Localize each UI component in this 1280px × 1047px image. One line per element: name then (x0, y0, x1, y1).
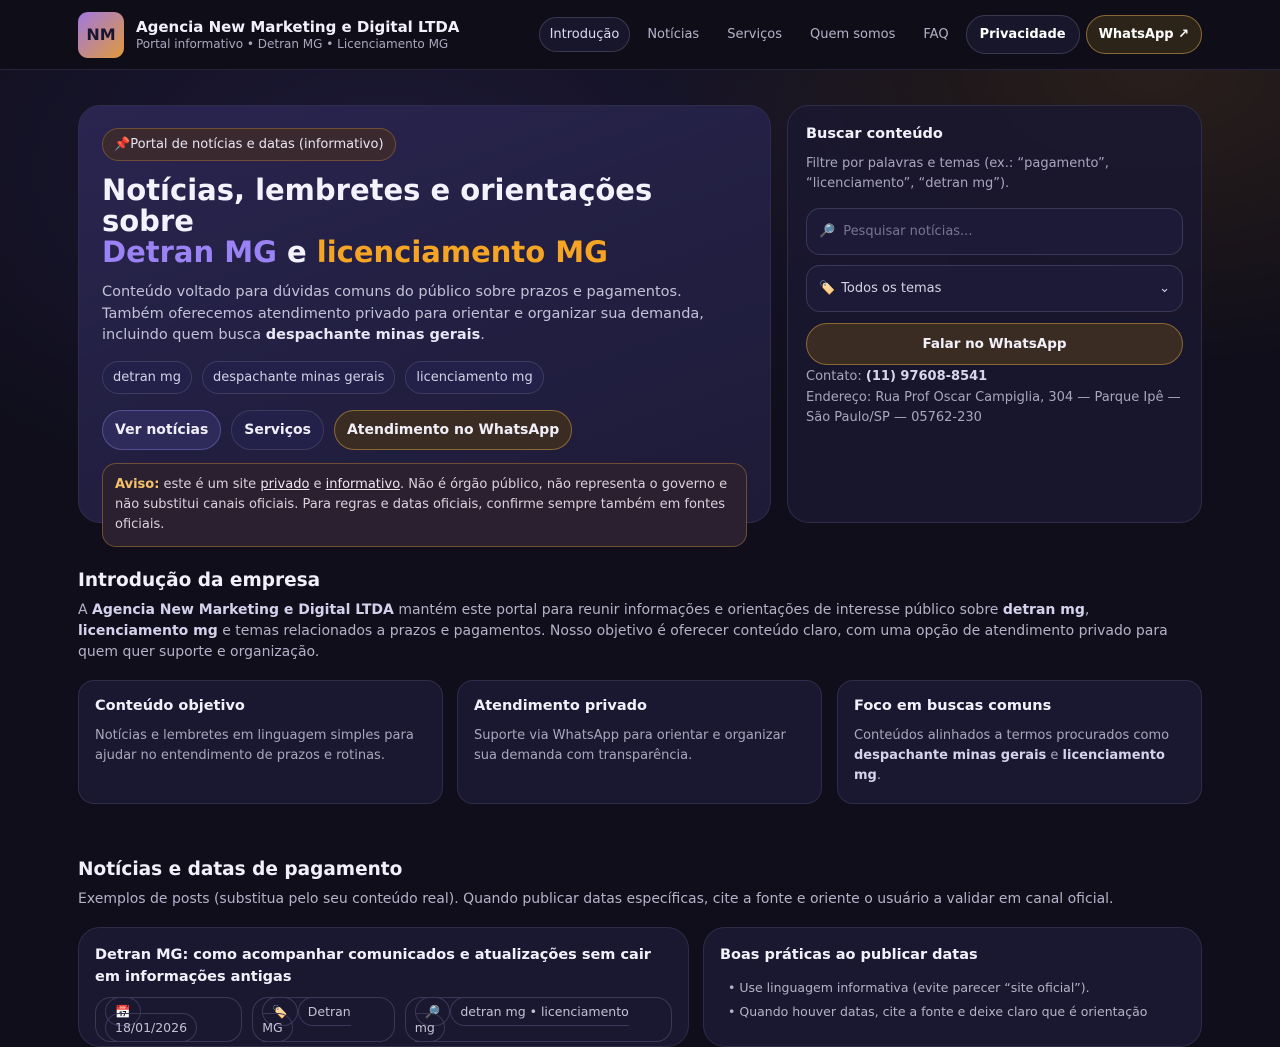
hero-title-line1: Notícias, lembretes e orientações sobre (102, 173, 653, 238)
notice-privado: privado (260, 476, 310, 492)
tag[interactable]: licenciamento mg (405, 360, 544, 394)
feature-card: Atendimento privado Suporte via WhatsApp … (457, 680, 822, 804)
hero-tags: detran mg despachante minas gerais licen… (102, 360, 747, 394)
brand: Agencia New Marketing e Digital LTDA Por… (136, 18, 459, 52)
site-header: NM Agencia New Marketing e Digital LTDA … (0, 0, 1280, 70)
hero-pill: 📌Portal de notícias e datas (informativo… (102, 128, 396, 161)
hero-buttons: Ver notícias Serviços Atendimento no Wha… (102, 409, 747, 450)
news-post-card[interactable]: Detran MG: como acompanhar comunicados e… (78, 927, 689, 1047)
falar-whatsapp-button[interactable]: Falar no WhatsApp (806, 323, 1183, 365)
t: Conteúdos alinhados a termos procurados … (854, 728, 1170, 743)
nav-servicos[interactable]: Serviços (716, 17, 793, 52)
search-hint: Filtre por palavras e temas (ex.: “pagam… (806, 156, 1109, 191)
contact-phone[interactable]: (11) 97608-8541 (866, 369, 987, 384)
post-meta: 📅18/01/2026 🏷️ Detran MG 🔎 detran mg • lic… (95, 997, 672, 1042)
hero-lead: Conteúdo voltado para dúvidas comuns do … (102, 282, 747, 347)
lead-bold: despachante minas gerais (265, 327, 481, 343)
nav-quem-somos[interactable]: Quem somos (799, 17, 906, 52)
t: e temas relacionados a prazos e pagament… (78, 623, 1168, 660)
logo[interactable]: NM (78, 11, 124, 58)
post-category: 🏷️ Detran MG (252, 997, 395, 1042)
search-placeholder: Pesquisar notícias... (843, 224, 973, 239)
news-title: Notícias e datas de pagamento (78, 859, 403, 880)
tip-item: • Quando houver datas, cite a fonte e de… (728, 1004, 1148, 1019)
hero-card: 📌Portal de notícias e datas (informativo… (78, 105, 771, 547)
post-title[interactable]: Detran MG: como acompanhar comunicados e… (95, 944, 672, 988)
feature-title: Foco em buscas comuns (854, 698, 1052, 714)
search-title: Buscar conteúdo (806, 126, 943, 142)
tip-text: Quando houver datas, cite a fonte e deix… (739, 1004, 1148, 1019)
notice-label: Aviso: (115, 476, 160, 492)
date-text: 18/01/2026 (105, 1013, 198, 1042)
site-title: Agencia New Marketing e Digital LTDA (136, 17, 460, 36)
t: mantém este portal para reunir informaçõ… (393, 602, 1003, 618)
search-card: Buscar conteúdo Filtre por palavras e te… (787, 105, 1202, 523)
site-subtitle: Portal informativo • Detran MG • Licenci… (136, 36, 449, 51)
main-nav: Introdução Notícias Serviços Quem somos … (538, 15, 1202, 54)
servicos-button[interactable]: Serviços (231, 409, 324, 450)
hero-title-licenciamento: licenciamento MG (316, 235, 608, 269)
topic-select[interactable]: 🏷️ Todos os temas ⌄ (806, 265, 1183, 312)
intro-title: Introdução da empresa (78, 570, 321, 591)
whatsapp-button[interactable]: Atendimento no WhatsApp (333, 409, 573, 450)
notice-text: este é um site (159, 476, 261, 492)
nav-introducao[interactable]: Introdução (538, 17, 631, 52)
feature-card: Conteúdo objetivo Notícias e lembretes em… (78, 680, 443, 804)
feature-card: Foco em buscas comuns Conteúdos alinhados… (837, 680, 1202, 804)
feature-text: Notícias e lembretes em linguagem simple… (95, 728, 414, 763)
news-section: Notícias e datas de pagamento Exemplos d… (78, 859, 1202, 910)
nav-noticias[interactable]: Notícias (636, 17, 710, 52)
nav-privacidade[interactable]: Privacidade (965, 15, 1080, 54)
hero-title: Notícias, lembretes e orientações sobre D… (102, 175, 747, 268)
t: e (1046, 748, 1063, 763)
ver-noticias-button[interactable]: Ver notícias (102, 409, 222, 450)
news-desc: Exemplos de posts (substitua pelo seu co… (78, 891, 1114, 907)
t: A (78, 602, 93, 618)
hero-title-detran: Detran MG (102, 235, 277, 269)
tag-icon: 🏷️ (819, 281, 836, 296)
contact-info: Contato: (11) 97608-8541 Endereço: Rua Pr… (806, 367, 1183, 429)
tip-text: Use linguagem informativa (evite parecer… (739, 980, 1090, 995)
feature-text: Conteúdos alinhados a termos procurados … (854, 726, 1185, 786)
tag[interactable]: despachante minas gerais (201, 360, 396, 394)
notice-text: e (309, 476, 326, 492)
hero-title-and: e (276, 235, 317, 269)
post-keywords: 🔎 detran mg • licenciamento mg (404, 997, 672, 1042)
hero-pill-label: Portal de notícias e datas (informativo) (130, 137, 384, 152)
nav-faq[interactable]: FAQ (912, 17, 959, 52)
tag[interactable]: detran mg (102, 360, 192, 394)
t: . (876, 768, 881, 783)
feature-title: Conteúdo objetivo (95, 698, 245, 714)
pin-icon: 📌 (114, 137, 131, 152)
search-input[interactable]: 🔎 Pesquisar notícias... (806, 208, 1183, 255)
b: Agencia New Marketing e Digital LTDA (92, 602, 394, 618)
notice-informativo: informativo (325, 476, 400, 492)
feature-text: Suporte via WhatsApp para orientar e org… (474, 728, 786, 763)
b: licenciamento mg (78, 623, 218, 639)
tips-title: Boas práticas ao publicar datas (720, 947, 978, 963)
intro-section: Introdução da empresa A Agencia New Mark… (78, 570, 1202, 663)
intro-text: A Agencia New Marketing e Digital LTDA m… (78, 600, 1202, 663)
topic-selected: Todos os temas (841, 281, 942, 296)
tips-card: Boas práticas ao publicar datas • Use li… (703, 927, 1202, 1047)
contact-label: Contato: (806, 369, 866, 384)
chevron-down-icon: ⌄ (1159, 281, 1170, 296)
search-icon: 🔎 (819, 224, 836, 239)
t: , (1084, 602, 1090, 618)
contact-address: Endereço: Rua Prof Oscar Campiglia, 304 … (806, 389, 1181, 426)
notice-box: Aviso: este é um site privado e informat… (102, 462, 747, 547)
lead-end: . (480, 327, 485, 343)
feature-title: Atendimento privado (474, 698, 647, 714)
b: detran mg (1002, 602, 1085, 618)
post-date: 📅18/01/2026 (95, 997, 243, 1042)
b: despachante minas gerais (854, 748, 1047, 763)
nav-whatsapp[interactable]: WhatsApp ↗ (1085, 15, 1202, 54)
tip-item: • Use linguagem informativa (evite parec… (728, 980, 1090, 995)
tips-list: • Use linguagem informativa (evite parec… (720, 980, 1185, 1019)
